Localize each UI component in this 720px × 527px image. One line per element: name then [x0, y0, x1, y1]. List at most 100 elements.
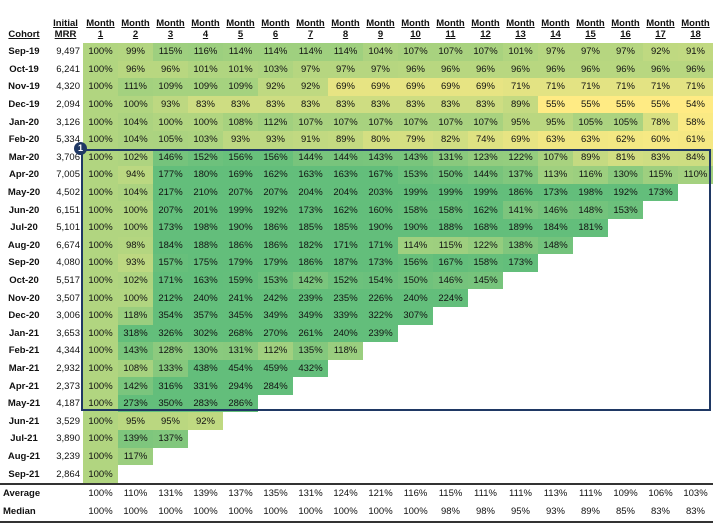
empty-cell — [643, 237, 678, 255]
retention-cell: 89% — [328, 130, 363, 149]
empty-cell — [258, 448, 293, 466]
retention-cell: 167% — [433, 254, 468, 272]
empty-cell — [573, 395, 608, 413]
retention-cell: 114% — [223, 43, 258, 61]
empty-cell — [608, 360, 643, 378]
empty-cell — [433, 395, 468, 413]
retention-cell: 131% — [433, 148, 468, 167]
retention-cell: 179% — [223, 254, 258, 272]
retention-cell: 69% — [328, 78, 363, 96]
retention-cell: 97% — [328, 60, 363, 79]
table-row: Mar-20 3,706 100% 102% 146% 152% 156% 156% 144% 1… — [0, 148, 713, 167]
summary-cell: 115% — [433, 482, 468, 503]
retention-cell: 186% — [503, 183, 538, 202]
header-month-number: 17 — [655, 29, 666, 40]
retention-cell: 100% — [83, 113, 118, 131]
initial-mrr: 3,126 — [56, 116, 80, 128]
retention-cell: 100% — [83, 60, 118, 79]
retention-cell: 82% — [433, 130, 468, 149]
empty-cell — [363, 448, 398, 466]
empty-cell — [538, 465, 573, 484]
header-month-3: Month 3 — [153, 9, 188, 43]
retention-cell: 55% — [573, 95, 608, 114]
empty-cell — [573, 465, 608, 484]
retention-cell: 103% — [188, 130, 223, 149]
header-month-number: 12 — [480, 29, 491, 40]
empty-cell — [223, 448, 258, 466]
retention-cell: 96% — [608, 60, 643, 79]
retention-cell: 207% — [223, 183, 258, 202]
retention-cell: 110% — [678, 166, 713, 184]
retention-cell: 152% — [188, 148, 223, 167]
header-cohort: Cohort — [0, 9, 48, 43]
retention-cell: 100% — [83, 447, 118, 466]
retention-cell: 199% — [398, 183, 433, 202]
empty-cell — [573, 412, 608, 430]
summary-cell: 100% — [328, 502, 363, 523]
table-row: Dec-20 3,006 100% 118% 354% 357% 345% 349% 349% 3… — [0, 306, 713, 325]
summary-cell: 106% — [643, 482, 678, 503]
retention-cell: 190% — [398, 218, 433, 237]
retention-cell: 107% — [398, 113, 433, 131]
retention-cell: 83% — [293, 95, 328, 114]
summary-cell: 131% — [153, 482, 188, 503]
cohort-label: Mar-20 — [8, 151, 40, 163]
cohort-label: Aug-21 — [7, 450, 41, 462]
cohort-label: Nov-19 — [8, 81, 40, 93]
empty-cell — [328, 395, 363, 413]
retention-cell: 98% — [118, 236, 153, 255]
empty-cell — [538, 377, 573, 395]
empty-cell — [608, 325, 643, 343]
empty-cell — [293, 465, 328, 484]
retention-cell: 139% — [118, 430, 153, 448]
retention-cell: 186% — [293, 254, 328, 272]
retention-cell: 235% — [328, 289, 363, 307]
retention-cell: 158% — [398, 201, 433, 219]
retention-cell: 454% — [223, 359, 258, 378]
header-month-7: Month 7 — [293, 9, 328, 43]
empty-cell — [398, 342, 433, 360]
header-month-word: Month — [261, 18, 290, 29]
summary-label: Average — [0, 482, 83, 503]
retention-cell: 173% — [293, 201, 328, 219]
empty-cell — [503, 342, 538, 360]
initial-mrr: 3,653 — [56, 327, 80, 339]
retention-cell: 167% — [363, 166, 398, 184]
empty-cell — [678, 360, 713, 378]
retention-cell: 186% — [258, 218, 293, 237]
retention-cell: 173% — [503, 254, 538, 272]
empty-cell — [538, 360, 573, 378]
summary-cell: 100% — [293, 502, 328, 523]
retention-cell: 210% — [188, 183, 223, 202]
retention-cell: 100% — [118, 95, 153, 114]
empty-cell — [258, 395, 293, 413]
retention-cell: 97% — [573, 43, 608, 61]
retention-cell: 207% — [153, 201, 188, 219]
retention-cell: 100% — [83, 254, 118, 272]
empty-cell — [363, 377, 398, 395]
retention-cell: 71% — [538, 78, 573, 96]
retention-cell: 113% — [538, 166, 573, 184]
cohort-label: Oct-20 — [9, 275, 39, 287]
empty-cell — [678, 254, 713, 272]
retention-cell: 96% — [503, 60, 538, 79]
retention-cell: 171% — [153, 271, 188, 290]
empty-cell — [678, 430, 713, 448]
retention-cell: 71% — [573, 78, 608, 96]
retention-cell: 114% — [293, 43, 328, 61]
retention-cell: 102% — [118, 271, 153, 290]
empty-cell — [678, 219, 713, 237]
retention-cell: 240% — [188, 289, 223, 307]
header-month-8: Month 8 — [328, 9, 363, 43]
table-row: Jan-21 3,653 100% 318% 326% 302% 268% 270% 261% 2… — [0, 324, 713, 343]
table-row: Apr-21 2,373 100% 142% 316% 331% 294% 284% — [0, 377, 713, 395]
retention-cell: 100% — [83, 78, 118, 96]
empty-cell — [643, 342, 678, 360]
header-month-9: Month 9 — [363, 9, 398, 43]
empty-cell — [573, 448, 608, 466]
empty-cell — [503, 325, 538, 343]
empty-cell — [398, 377, 433, 395]
initial-mrr: 2,094 — [56, 99, 80, 111]
retention-cell: 69% — [433, 78, 468, 96]
retention-cell: 148% — [573, 201, 608, 219]
